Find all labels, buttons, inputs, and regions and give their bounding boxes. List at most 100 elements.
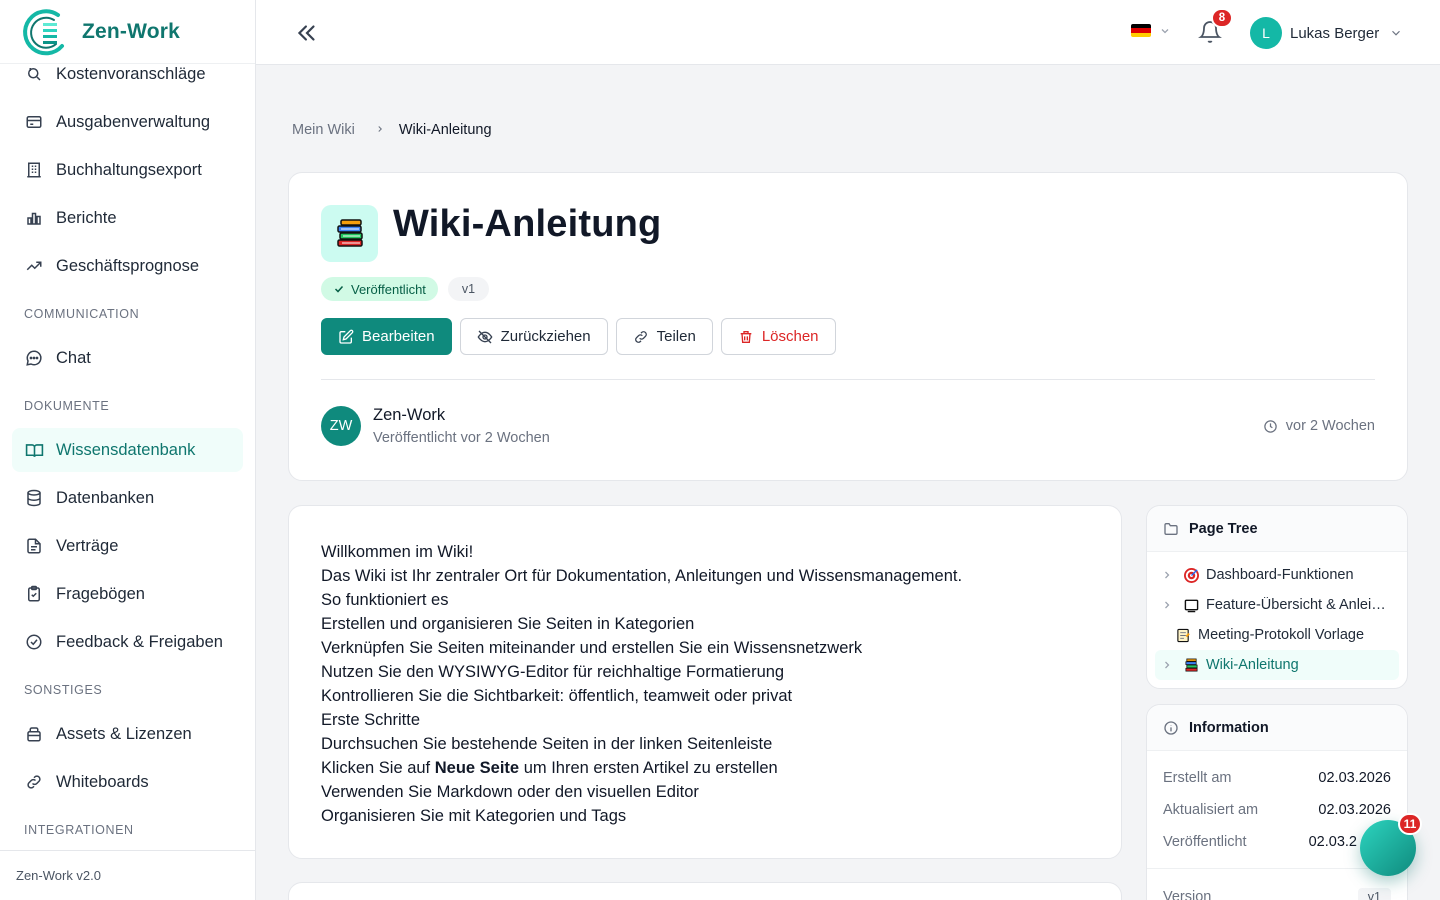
information-header: Information (1147, 705, 1407, 751)
building-icon (24, 160, 44, 180)
user-menu[interactable]: L Lukas Berger (1250, 17, 1403, 49)
memo-icon (1175, 627, 1191, 643)
delete-button[interactable]: Löschen (720, 318, 836, 355)
info-key: Aktualisiert am (1163, 802, 1259, 818)
language-selector[interactable] (1131, 24, 1171, 37)
trend-icon (24, 256, 44, 276)
status-label: Veröffentlicht (351, 281, 426, 297)
edit-button[interactable]: Bearbeiten (321, 318, 452, 355)
information-rows: Erstellt am 02.03.2026 Aktualisiert am 0… (1147, 751, 1407, 900)
tree-item-wiki-anleitung[interactable]: Wiki-Anleitung (1155, 650, 1399, 680)
sidebar-item-buchhaltungsexport[interactable]: Buchhaltungsexport (12, 148, 243, 192)
sidebar-item-label: Berichte (56, 208, 117, 227)
logo-icon (18, 6, 70, 58)
info-icon (1163, 720, 1179, 736)
updated-label: vor 2 Wochen (1285, 418, 1375, 434)
info-row-updated: Aktualisiert am 02.03.2026 (1147, 794, 1407, 826)
edit-label: Bearbeiten (362, 328, 435, 345)
chevron-down-icon (1392, 30, 1401, 36)
sidebar-item-berichte[interactable]: Berichte (12, 196, 243, 240)
clipboard-icon (24, 584, 44, 604)
app-logo[interactable]: Zen-Work (0, 0, 255, 64)
info-key: Version (1163, 888, 1212, 900)
updated-meta: vor 2 Wochen (1263, 418, 1375, 434)
collapse-sidebar-icon[interactable] (294, 20, 320, 46)
box-icon (24, 724, 44, 744)
tree-item-label: Dashboard-Funktionen (1206, 567, 1354, 583)
content-line: Erstellen und organisieren Sie Seiten in… (321, 615, 695, 633)
breadcrumb-current: Wiki-Anleitung (398, 122, 492, 138)
target-icon (1183, 567, 1199, 583)
chevron-right-icon[interactable] (1161, 569, 1175, 581)
books-icon (1183, 657, 1199, 673)
sidebar-item-assets[interactable]: Assets & Lizenzen (12, 712, 243, 756)
tree-item-label: Feature-Übersicht & Anlei… (1206, 597, 1386, 613)
eye-off-icon (477, 329, 493, 345)
section-documents: DOKUMENTE (24, 399, 110, 413)
status-badge: Veröffentlicht (321, 277, 438, 301)
share-button[interactable]: Teilen (615, 318, 713, 355)
tree-item-meeting[interactable]: Meeting-Protokoll Vorlage (1155, 620, 1399, 650)
sidebar-item-vertraege[interactable]: Verträge (12, 524, 243, 568)
tree-item-dashboard[interactable]: Dashboard-Funktionen (1155, 560, 1399, 590)
info-value: 02.03.2026 (1318, 802, 1391, 818)
breadcrumb: Mein Wiki Wiki-Anleitung (292, 122, 492, 138)
sidebar-item-datenbanken[interactable]: Datenbanken (12, 476, 243, 520)
content-line: Willkommen im Wiki! (321, 543, 474, 561)
sidebar-item-label: Fragebögen (56, 584, 145, 603)
sidebar-item-label: Buchhaltungsexport (56, 160, 202, 179)
page-title: Wiki-Anleitung (393, 203, 662, 245)
share-label: Teilen (656, 328, 696, 345)
database-icon (24, 488, 44, 508)
tree-item-feature-overview[interactable]: Feature-Übersicht & Anlei… (1155, 590, 1399, 620)
link-icon (633, 329, 649, 345)
chevron-right-icon[interactable] (1161, 659, 1175, 671)
sidebar-item-wissensdatenbank[interactable]: Wissensdatenbank (12, 428, 243, 472)
assistant-badge: 11 (1398, 813, 1422, 835)
sidebar: Kostenvoranschläge Ausgabenverwaltung Bu… (0, 0, 256, 900)
tree-item-label: Meeting-Protokoll Vorlage (1198, 627, 1365, 643)
content-bold: Neue Seite (434, 759, 520, 777)
chevron-right-icon (375, 123, 385, 137)
sidebar-nav: Kostenvoranschläge Ausgabenverwaltung Bu… (0, 52, 255, 852)
info-value: v1 (1357, 887, 1391, 900)
content-text: um Ihren ersten Artikel zu erstellen (519, 759, 778, 777)
author-name: Zen-Work (373, 406, 446, 424)
check-circle-icon (24, 632, 44, 652)
sidebar-item-geschaeftsprognose[interactable]: Geschäftsprognose (12, 244, 243, 288)
section-misc: SONSTIGES (24, 683, 103, 697)
book-open-icon (24, 440, 44, 460)
content-line: Durchsuchen Sie bestehende Seiten in der… (321, 735, 773, 753)
author-published: Veröffentlicht vor 2 Wochen (373, 430, 550, 446)
content-line: So funktioniert es (321, 591, 449, 609)
version-badge: v1 (447, 277, 490, 301)
page-header-card: Wiki-Anleitung Veröffentlicht v1 Bearbei… (288, 172, 1408, 481)
status-badges: Veröffentlicht v1 (321, 277, 490, 301)
sidebar-item-chat[interactable]: Chat (12, 336, 243, 380)
clock-icon (1264, 419, 1277, 433)
content-text: Klicken Sie auf (321, 759, 435, 777)
quote-icon (24, 64, 44, 84)
content-line: Verknüpfen Sie Seiten miteinander und er… (321, 639, 863, 657)
credit-card-icon (24, 112, 44, 132)
sidebar-item-frageboegen[interactable]: Fragebögen (12, 572, 243, 616)
app-version: Zen-Work v2.0 (0, 850, 255, 900)
withdraw-button[interactable]: Zurückziehen (459, 318, 608, 355)
books-icon (321, 205, 378, 262)
sidebar-item-whiteboards[interactable]: Whiteboards (12, 760, 243, 804)
info-value: 02.03.2026 (1318, 770, 1391, 786)
info-row-version: Version v1 (1147, 868, 1407, 900)
info-key: Veröffentlicht (1163, 834, 1247, 850)
page-tree-header: Page Tree (1147, 506, 1407, 552)
content-line: Verwenden Sie Markdown oder den visuelle… (321, 783, 699, 801)
content-line: Klicken Sie auf Neue Seite um Ihren erst… (321, 756, 962, 780)
breadcrumb-parent[interactable]: Mein Wiki (292, 122, 355, 138)
sidebar-item-label: Whiteboards (56, 772, 149, 791)
divider (321, 379, 1375, 380)
sidebar-item-ausgabenverwaltung[interactable]: Ausgabenverwaltung (12, 100, 243, 144)
sidebar-item-feedback[interactable]: Feedback & Freigaben (12, 620, 243, 664)
user-name: Lukas Berger (1290, 24, 1380, 42)
chevron-right-icon[interactable] (1161, 599, 1175, 611)
app-name: Zen-Work (82, 19, 181, 43)
notification-badge: 8 (1211, 8, 1233, 28)
